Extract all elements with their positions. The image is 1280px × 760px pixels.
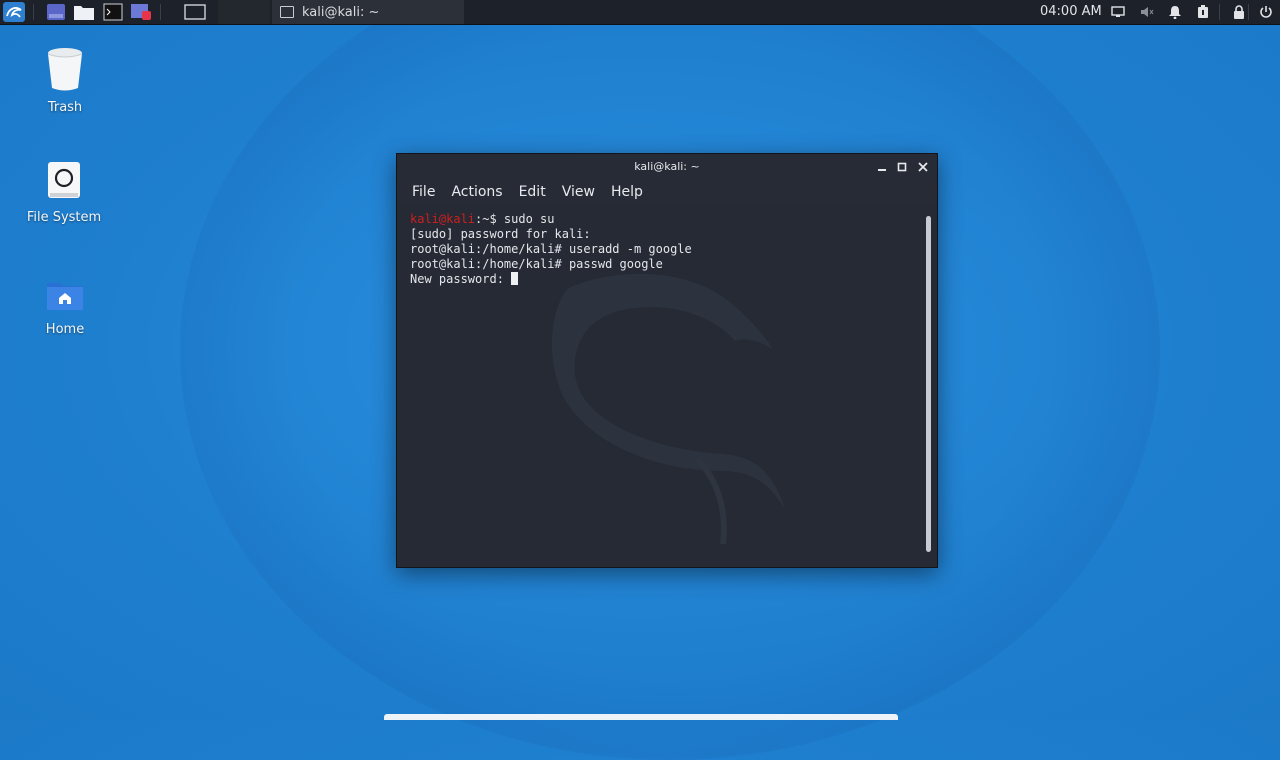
panel-separator [33, 4, 34, 20]
terminal-titlebar[interactable]: kali@kali: ~ [397, 154, 937, 180]
desktop-icon-trash[interactable]: Trash [10, 46, 120, 115]
browser-launcher[interactable] [130, 2, 152, 22]
text-cursor [511, 272, 519, 285]
terminal-menubar: File Actions Edit View Help [397, 180, 937, 204]
terminal-window[interactable]: kali@kali: ~ File Actions Edit View Help… [396, 153, 938, 568]
desktop-icon-label: Home [45, 322, 85, 337]
display-tray-button[interactable] [1108, 0, 1128, 24]
workspace-button[interactable] [45, 2, 67, 22]
desktop-icon-label: File System [26, 210, 102, 225]
drive-icon [48, 162, 80, 198]
volume-muted-icon [1141, 7, 1154, 17]
kali-logo-icon [3, 2, 25, 22]
desktop-icon-file-system[interactable]: File System [9, 160, 119, 225]
password-prompt: New password: [410, 272, 512, 286]
trash-icon [47, 48, 83, 91]
menu-file[interactable]: File [404, 180, 443, 204]
menu-help[interactable]: Help [603, 180, 651, 204]
lock-screen-button[interactable] [1229, 0, 1249, 24]
window-outline-icon [184, 4, 206, 20]
power-tray-button[interactable] [1193, 0, 1213, 24]
maximize-button[interactable] [893, 154, 911, 180]
terminal-line: root@kali:/home/kali# passwd google [410, 257, 663, 271]
power-icon [1260, 6, 1272, 18]
top-panel: kali@kali: ~ 04:00 AM [0, 0, 1280, 25]
monitor-icon [1111, 6, 1125, 17]
terminal-icon [103, 3, 123, 21]
file-manager-launcher[interactable] [73, 2, 95, 22]
menu-edit[interactable]: Edit [511, 180, 554, 204]
prompt-user-host: kali@kali [410, 212, 476, 226]
menu-view[interactable]: View [554, 180, 603, 204]
terminal-line: root@kali:/home/kali# useradd -m google [410, 242, 692, 256]
close-icon [918, 162, 928, 172]
maximize-icon [897, 162, 907, 172]
workspace-icon [47, 4, 65, 20]
terminal-line: kali@kali:~$ sudo su [410, 212, 910, 227]
bell-icon [1169, 6, 1181, 19]
scrollbar[interactable] [926, 216, 931, 552]
folder-icon [74, 6, 94, 20]
terminal-window-icon [280, 6, 294, 18]
notifications-tray-button[interactable] [1165, 0, 1185, 24]
panel-separator [1219, 4, 1220, 20]
panel-separator [1248, 4, 1249, 20]
terminal-line-input: New password: [410, 272, 910, 287]
desktop-icon-home[interactable]: Home [10, 278, 120, 337]
logout-button[interactable] [1256, 0, 1276, 24]
lock-icon [1234, 5, 1244, 19]
minimize-button[interactable] [873, 154, 891, 180]
volume-tray-button[interactable] [1137, 0, 1157, 24]
battery-icon [1198, 5, 1208, 18]
terminal-title: kali@kali: ~ [634, 160, 700, 173]
kali-menu-button[interactable] [2, 2, 26, 22]
terminal-output[interactable]: kali@kali:~$ sudo su [sudo] password for … [410, 212, 910, 552]
taskbar-window-terminal[interactable]: kali@kali: ~ [272, 0, 464, 24]
clock[interactable]: 04:00 AM [1040, 0, 1102, 24]
browser-icon [131, 4, 151, 20]
terminal-line: [sudo] password for kali: [410, 227, 591, 241]
taskbar-window-title: kali@kali: ~ [302, 4, 380, 20]
minimize-icon [878, 169, 886, 171]
desktop-icon-label: Trash [47, 100, 83, 115]
prompt-command: :~$ sudo su [475, 212, 555, 226]
panel-separator [160, 4, 161, 20]
workspace-switcher[interactable] [218, 0, 270, 24]
menu-actions[interactable]: Actions [443, 180, 510, 204]
home-folder-icon [47, 283, 83, 310]
terminal-launcher[interactable] [102, 2, 124, 22]
scrollbar-thumb[interactable] [926, 216, 931, 552]
close-button[interactable] [914, 154, 932, 180]
bottom-dock-edge [384, 714, 898, 720]
show-desktop-button[interactable] [183, 2, 207, 22]
